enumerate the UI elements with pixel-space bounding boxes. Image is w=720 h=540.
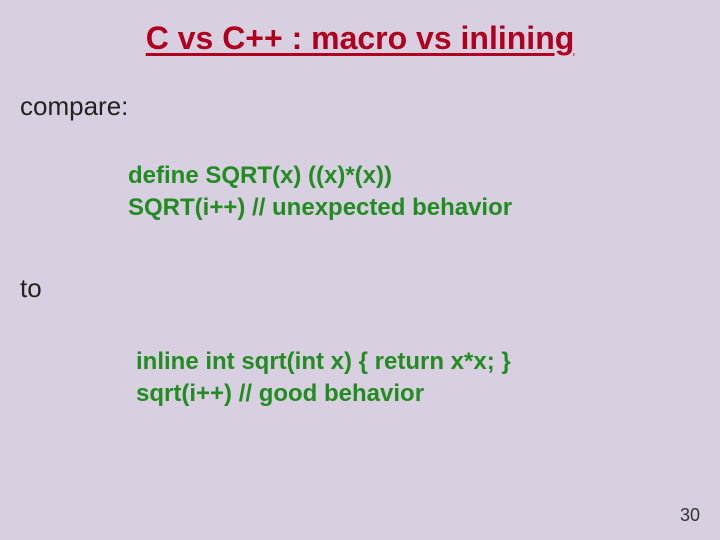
code-line: inline int sqrt(int x) { return x*x; } bbox=[136, 346, 720, 378]
code-line: sqrt(i++) // good behavior bbox=[136, 378, 720, 410]
inline-code-block: inline int sqrt(int x) { return x*x; } s… bbox=[136, 346, 720, 411]
macro-code-block: define SQRT(x) ((x)*(x)) SQRT(i++) // un… bbox=[128, 160, 720, 225]
slide-title: C vs C++ : macro vs inlining bbox=[80, 0, 640, 67]
code-line: define SQRT(x) ((x)*(x)) bbox=[128, 160, 720, 192]
code-line: SQRT(i++) // unexpected behavior bbox=[128, 192, 720, 224]
page-number: 30 bbox=[680, 505, 700, 526]
compare-label: compare: bbox=[20, 91, 720, 122]
to-label: to bbox=[20, 273, 720, 304]
